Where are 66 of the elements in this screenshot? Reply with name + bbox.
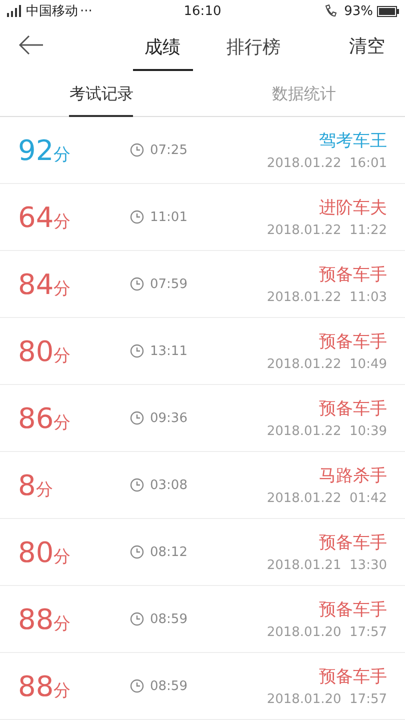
- score: 80分: [18, 334, 72, 368]
- exam-date: 2018.01.21 13:30: [266, 558, 387, 573]
- score: 88分: [18, 602, 72, 636]
- record-row[interactable]: 84分 07:59 预备车手 2018.01.22 11:03: [0, 251, 405, 318]
- rank-title: 预备车手: [319, 599, 387, 621]
- record-row[interactable]: 80分 13:11 预备车手 2018.01.22 10:49: [0, 318, 405, 385]
- battery-percent: 93%: [344, 4, 373, 18]
- exam-date: 2018.01.22 16:01: [266, 156, 387, 171]
- record-row[interactable]: 86分 09:36 预备车手 2018.01.22 10:39: [0, 385, 405, 452]
- record-row[interactable]: 92分 07:25 驾考车王 2018.01.22 16:01: [0, 117, 405, 184]
- clock-icon: [130, 679, 144, 693]
- clock-icon: [130, 545, 144, 559]
- rank-title: 预备车手: [319, 532, 387, 554]
- back-arrow-icon: [18, 34, 44, 56]
- exam-date: 2018.01.20 17:57: [266, 625, 387, 640]
- sub-tab[interactable]: 考试记录: [69, 70, 134, 117]
- exam-date: 2018.01.22 01:42: [266, 491, 387, 506]
- record-row[interactable]: 64分 11:01 进阶车夫 2018.01.22 11:22: [0, 184, 405, 251]
- score: 86分: [18, 402, 72, 434]
- clear-button[interactable]: 清空: [349, 34, 385, 58]
- duration: 08:12: [150, 544, 188, 560]
- clock-icon: [130, 210, 144, 224]
- clock-icon: [130, 344, 144, 358]
- battery-icon: [377, 6, 399, 16]
- rank-title: 预备车手: [319, 398, 387, 420]
- exam-date: 2018.01.22 11:03: [266, 290, 387, 305]
- clock-icon: [130, 143, 144, 157]
- exam-date: 2018.01.22 10:49: [266, 357, 387, 372]
- rank-title: 进阶车夫: [319, 197, 387, 219]
- score: 88分: [18, 670, 72, 702]
- duration: 08:59: [150, 678, 188, 694]
- clock: 16:10: [184, 4, 222, 18]
- exam-date: 2018.01.22 11:22: [266, 223, 387, 238]
- rank-title: 预备车手: [319, 331, 387, 353]
- rank-title: 预备车手: [319, 264, 387, 286]
- score: 64分: [18, 200, 72, 234]
- duration: 07:59: [150, 276, 188, 292]
- record-row[interactable]: 80分 08:12 预备车手 2018.01.21 13:30: [0, 519, 405, 586]
- rank-title: 驾考车王: [319, 130, 387, 152]
- clock-icon: [130, 411, 144, 425]
- duration: 08:59: [150, 612, 188, 626]
- score: 80分: [18, 536, 72, 568]
- sub-tab[interactable]: 数据统计: [272, 70, 336, 117]
- duration: 11:01: [150, 210, 188, 224]
- record-row[interactable]: 88分 08:59 预备车手 2018.01.20 17:57: [0, 586, 405, 653]
- header-tab[interactable]: 排行榜: [214, 29, 292, 71]
- record-row[interactable]: 8分 03:08 马路杀手 2018.01.22 01:42: [0, 452, 405, 519]
- exam-date: 2018.01.20 17:57: [266, 692, 387, 707]
- rank-title: 预备车手: [319, 666, 387, 688]
- header-tab[interactable]: 成绩: [132, 29, 192, 71]
- duration: 07:25: [150, 142, 188, 158]
- record-row[interactable]: 88分 08:59 预备车手 2018.01.20 17:57: [0, 653, 405, 720]
- duration: 09:36: [150, 410, 188, 426]
- score: 92分: [18, 134, 72, 166]
- clock-icon: [130, 612, 144, 626]
- clock-icon: [130, 277, 144, 291]
- clock-icon: [130, 478, 144, 492]
- carrier-name: 中国移动: [26, 3, 78, 20]
- more-indicator: ···: [80, 4, 92, 18]
- duration: 03:08: [150, 478, 188, 492]
- score: 8分: [18, 468, 54, 502]
- rank-title: 马路杀手: [319, 465, 387, 487]
- score: 84分: [18, 268, 72, 300]
- duration: 13:11: [150, 344, 188, 358]
- signal-icon: [6, 5, 24, 17]
- exam-date: 2018.01.22 10:39: [266, 424, 387, 439]
